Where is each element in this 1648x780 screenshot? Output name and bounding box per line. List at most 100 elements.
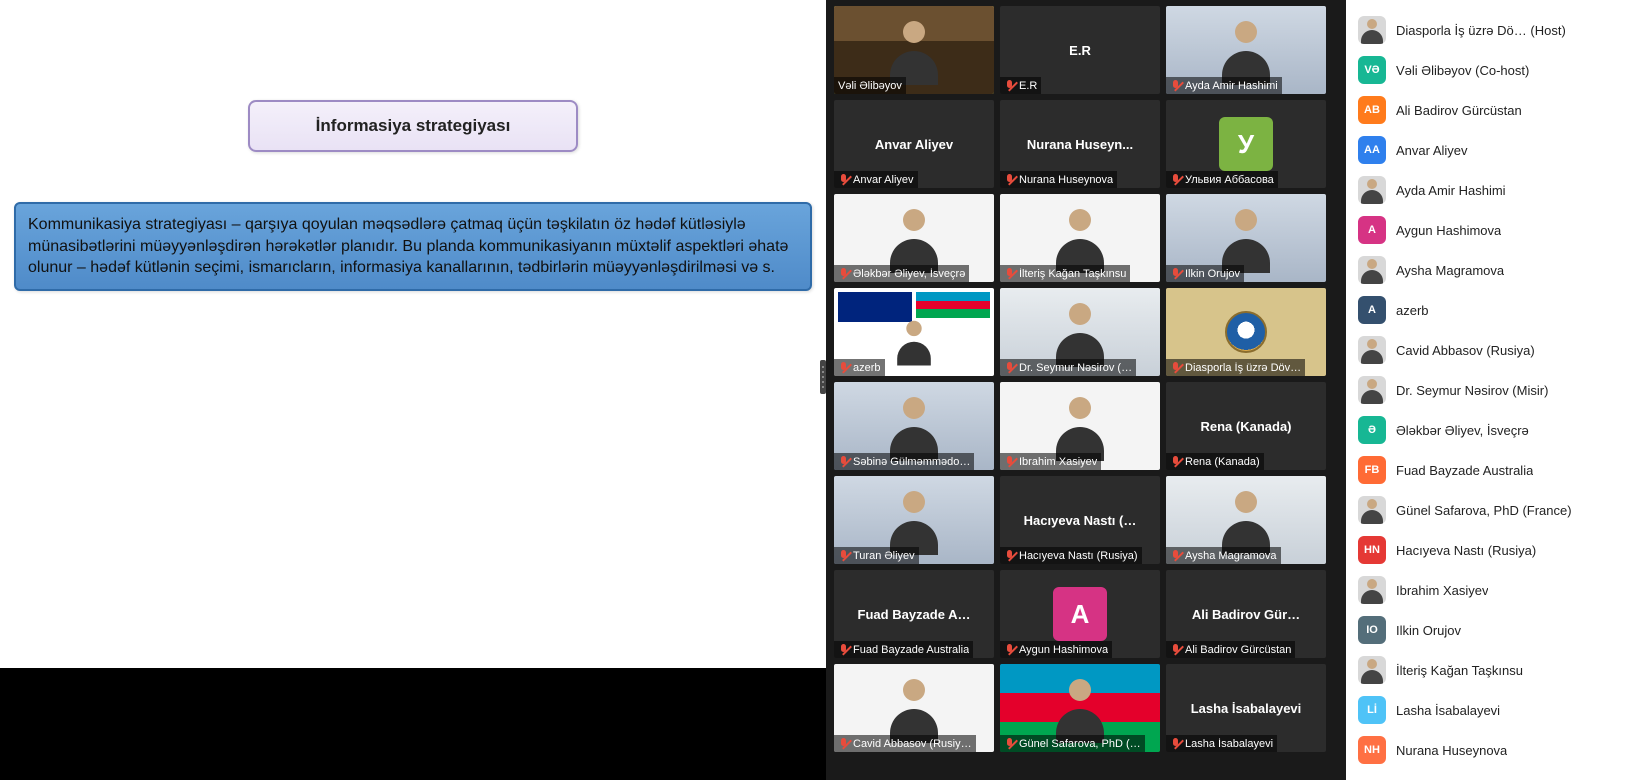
participant-name: Ali Badirov Gürcüstan: [1396, 103, 1522, 118]
video-tile[interactable]: Diasporla İş üzrə Döv…: [1166, 288, 1326, 376]
tile-label: Dr. Seymur Nəsirov (…: [1019, 362, 1132, 374]
tile-label-bar: Vəli Əlibəyov: [834, 77, 906, 94]
tile-label-bar: Lasha İsabalayevi: [1166, 735, 1277, 752]
participant-row[interactable]: AAAnvar Aliyev: [1350, 130, 1644, 170]
participant-name-center: Rena (Kanada): [1194, 419, 1297, 434]
participant-name: Nurana Huseynova: [1396, 743, 1507, 758]
video-tile[interactable]: E.RE.R: [1000, 6, 1160, 94]
participant-row[interactable]: Diasporla İş üzrə Dö… (Host): [1350, 10, 1644, 50]
tile-label: Aygun Hashimova: [1019, 644, 1108, 656]
mic-muted-icon: [838, 738, 849, 749]
mic-muted-icon: [1170, 738, 1181, 749]
participant-row[interactable]: Günel Safarova, PhD (France): [1350, 490, 1644, 530]
participant-row[interactable]: VƏVəli Əlibəyov (Co-host): [1350, 50, 1644, 90]
tile-label-bar: Rena (Kanada): [1166, 453, 1264, 470]
participant-row[interactable]: FBFuad Bayzade Australia: [1350, 450, 1644, 490]
participant-name: Hacıyeva Nastı (Rusiya): [1396, 543, 1536, 558]
participant-name-center: Nurana Huseyn...: [1021, 137, 1139, 152]
tile-label-bar: İlteriş Kağan Taşkınsu: [1000, 265, 1130, 282]
video-tile[interactable]: Ali Badirov Gür…Ali Badirov Gürcüstan: [1166, 570, 1326, 658]
participant-initials-icon: Lİ: [1358, 696, 1386, 724]
participant-name: Lasha İsabalayevi: [1396, 703, 1500, 718]
participant-name: Anvar Aliyev: [1396, 143, 1468, 158]
participant-name-center: Anvar Aliyev: [869, 137, 959, 152]
panel-resize-handle[interactable]: [820, 360, 826, 394]
tile-label-bar: E.R: [1000, 77, 1041, 94]
mic-muted-icon: [1170, 268, 1181, 279]
participant-initials-icon: A: [1358, 296, 1386, 324]
tile-label: Ульвия Аббасова: [1185, 174, 1274, 186]
participant-name-center: Hacıyeva Nastı (…: [1018, 513, 1143, 528]
participant-photo-icon: [1358, 336, 1386, 364]
video-tile[interactable]: Anvar Aliyev Anvar Aliyev: [834, 100, 994, 188]
mic-muted-icon: [838, 550, 849, 561]
video-tile[interactable]: Ələkbər Əliyev, İsveçrə: [834, 194, 994, 282]
video-tile[interactable]: Dr. Seymur Nəsirov (…: [1000, 288, 1160, 376]
video-tile[interactable]: Nurana Huseyn...Nurana Huseynova: [1000, 100, 1160, 188]
participant-name: Dr. Seymur Nəsirov (Misir): [1396, 383, 1548, 398]
tile-label-bar: Ali Badirov Gürcüstan: [1166, 641, 1295, 658]
presentation-slide: İnformasiya strategiyası Kommunikasiya s…: [0, 0, 826, 668]
video-tile[interactable]: Vəli Əlibəyov: [834, 6, 994, 94]
participant-row[interactable]: İlteriş Kağan Taşkınsu: [1350, 650, 1644, 690]
participant-avatar: A: [1053, 587, 1107, 641]
tile-label: Ilkin Orujov: [1185, 268, 1240, 280]
participant-row[interactable]: Ayda Amir Hashimi: [1350, 170, 1644, 210]
tile-label-bar: Cavid Abbasov (Rusiy…: [834, 735, 976, 752]
participant-row[interactable]: HNHacıyeva Nastı (Rusiya): [1350, 530, 1644, 570]
mic-muted-icon: [1004, 80, 1015, 91]
participant-row[interactable]: ƏƏləkbər Əliyev, İsveçrə: [1350, 410, 1644, 450]
participant-initials-icon: VƏ: [1358, 56, 1386, 84]
video-tile[interactable]: Fuad Bayzade A…Fuad Bayzade Australia: [834, 570, 994, 658]
tile-label-bar: Ilkin Orujov: [1166, 265, 1244, 282]
participant-row[interactable]: Cavid Abbasov (Rusiya): [1350, 330, 1644, 370]
mic-muted-icon: [1170, 174, 1181, 185]
tile-label-bar: Turan Əliyev: [834, 547, 919, 564]
video-tile[interactable]: azerb: [834, 288, 994, 376]
tile-label-bar: Fuad Bayzade Australia: [834, 641, 973, 658]
tile-label-bar: Ələkbər Əliyev, İsveçrə: [834, 265, 969, 282]
video-tile[interactable]: Turan Əliyev: [834, 476, 994, 564]
participant-row[interactable]: Dr. Seymur Nəsirov (Misir): [1350, 370, 1644, 410]
participant-name: Diasporla İş üzrə Dö… (Host): [1396, 23, 1566, 38]
video-tile[interactable]: Səbinə Gülməmmədo…: [834, 382, 994, 470]
tile-label: Günel Safarova, PhD (…: [1019, 738, 1141, 750]
mic-muted-icon: [838, 362, 849, 373]
mic-muted-icon: [1004, 550, 1015, 561]
video-tile[interactable]: Rena (Kanada) Rena (Kanada): [1166, 382, 1326, 470]
tile-label: Səbinə Gülməmmədo…: [853, 456, 970, 468]
tile-label-bar: Anvar Aliyev: [834, 171, 918, 188]
video-tile[interactable]: УУльвия Аббасова: [1166, 100, 1326, 188]
participant-row[interactable]: NHNurana Huseynova: [1350, 730, 1644, 770]
participant-row[interactable]: Ibrahim Xasiyev: [1350, 570, 1644, 610]
tile-label: Turan Əliyev: [853, 550, 915, 562]
participant-row[interactable]: Aazerb: [1350, 290, 1644, 330]
mic-muted-icon: [1170, 644, 1181, 655]
video-tile[interactable]: Aysha Magramova: [1166, 476, 1326, 564]
participant-photo-icon: [1358, 256, 1386, 284]
tile-label-bar: Ульвия Аббасова: [1166, 171, 1278, 188]
participant-row[interactable]: AB Ali Badirov Gürcüstan: [1350, 90, 1644, 130]
participant-row[interactable]: Lİ Lasha İsabalayevi: [1350, 690, 1644, 730]
video-tile[interactable]: Cavid Abbasov (Rusiy…: [834, 664, 994, 752]
participant-row[interactable]: Aysha Magramova: [1350, 250, 1644, 290]
mic-muted-icon: [1004, 174, 1015, 185]
participant-initials-icon: AB: [1358, 96, 1386, 124]
video-tile[interactable]: A Aygun Hashimova: [1000, 570, 1160, 658]
participant-row[interactable]: AAygun Hashimova: [1350, 210, 1644, 250]
participant-row[interactable]: IOIlkin Orujov: [1350, 610, 1644, 650]
mic-muted-icon: [1170, 362, 1181, 373]
mic-muted-icon: [838, 268, 849, 279]
video-tile[interactable]: Ibrahim Xasiyev: [1000, 382, 1160, 470]
video-tile[interactable]: Hacıyeva Nastı (…Hacıyeva Nastı (Rusiya): [1000, 476, 1160, 564]
video-tile[interactable]: Günel Safarova, PhD (…: [1000, 664, 1160, 752]
participant-photo-icon: [1358, 176, 1386, 204]
mic-muted-icon: [838, 456, 849, 467]
tile-label: Cavid Abbasov (Rusiy…: [853, 738, 972, 750]
video-tile[interactable]: Ilkin Orujov: [1166, 194, 1326, 282]
video-tile[interactable]: Ayda Amir Hashimi: [1166, 6, 1326, 94]
mic-muted-icon: [1170, 456, 1181, 467]
video-tile[interactable]: Lasha İsabalayeviLasha İsabalayevi: [1166, 664, 1326, 752]
participant-name: Aygun Hashimova: [1396, 223, 1501, 238]
video-tile[interactable]: İlteriş Kağan Taşkınsu: [1000, 194, 1160, 282]
